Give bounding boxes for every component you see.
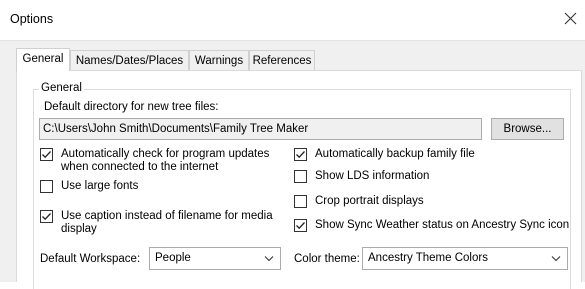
auto-backup-checkbox[interactable]: [294, 148, 307, 161]
crop-portrait-checkbox[interactable]: [294, 195, 307, 208]
show-lds-label: Show LDS information: [315, 170, 430, 182]
sync-weather-checkbox[interactable]: [294, 219, 307, 232]
auto-update-label-line2: when connected to the internet: [61, 161, 219, 173]
window-title: Options: [10, 12, 54, 26]
checkmark-icon: [42, 213, 51, 221]
sync-weather-label: Show Sync Weather status on Ancestry Syn…: [315, 219, 570, 231]
auto-update-label-line1: Automatically check for program updates: [61, 148, 270, 160]
title-bar: [0, 0, 585, 40]
default-workspace-value: People: [155, 252, 191, 264]
default-directory-label: Default directory for new tree files:: [44, 101, 219, 113]
browse-button[interactable]: Browse...: [491, 118, 564, 140]
default-workspace-label: Default Workspace:: [40, 253, 141, 265]
tab-general[interactable]: General: [16, 48, 70, 71]
chevron-down-icon: [550, 248, 562, 269]
large-fonts-label: Use large fonts: [61, 180, 139, 192]
checkmark-icon: [296, 151, 305, 159]
color-theme-label: Color theme:: [294, 253, 360, 265]
large-fonts-checkbox[interactable]: [40, 180, 53, 193]
crop-portrait-label: Crop portrait displays: [315, 195, 424, 207]
tab-warnings[interactable]: Warnings: [189, 50, 249, 70]
color-theme-value: Ancestry Theme Colors: [368, 252, 488, 264]
default-directory-field[interactable]: C:\Users\John Smith\Documents\Family Tre…: [39, 118, 482, 140]
tab-references[interactable]: References: [249, 50, 315, 70]
tab-names-dates-places[interactable]: Names/Dates/Places: [70, 50, 189, 70]
use-caption-checkbox[interactable]: [40, 210, 53, 223]
use-caption-label-line1: Use caption instead of filename for medi…: [61, 210, 273, 222]
show-lds-checkbox[interactable]: [294, 170, 307, 183]
use-caption-label-line2: display: [61, 223, 97, 235]
default-workspace-select[interactable]: People: [149, 247, 281, 270]
auto-backup-label: Automatically backup family file: [315, 148, 475, 160]
checkmark-icon: [42, 151, 51, 159]
group-label: General: [39, 82, 84, 94]
checkmark-icon: [296, 222, 305, 230]
chevron-down-icon: [263, 248, 275, 269]
close-icon[interactable]: [560, 8, 582, 30]
auto-update-checkbox[interactable]: [40, 148, 53, 161]
color-theme-select[interactable]: Ancestry Theme Colors: [362, 247, 568, 270]
